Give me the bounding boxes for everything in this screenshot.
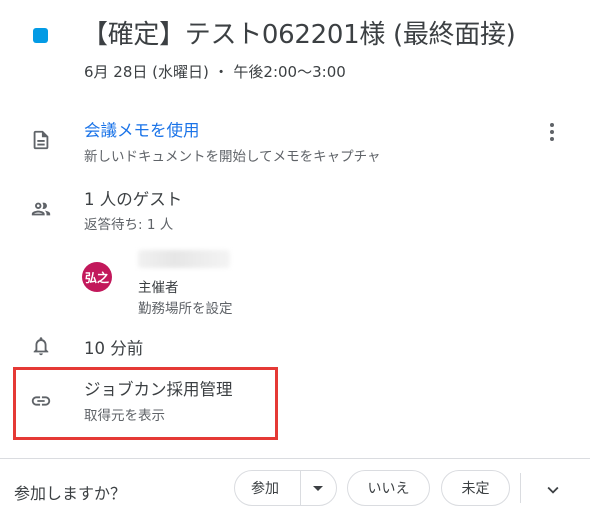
meeting-notes-description: 新しいドキュメントを開始してメモをキャプチャ <box>84 149 381 165</box>
bell-icon <box>29 334 53 358</box>
set-work-location-link[interactable]: 勤務場所を設定 <box>138 297 233 317</box>
more-options-icon[interactable] <box>540 118 564 146</box>
document-icon <box>29 128 53 152</box>
avatar[interactable]: 弘之 <box>82 262 112 292</box>
highlight-box <box>13 367 278 440</box>
guest-count: 1 人のゲスト <box>84 190 183 209</box>
guest-pending: 返答待ち: 1 人 <box>84 217 174 233</box>
organizer-role: 主催者 <box>138 280 179 296</box>
people-icon <box>29 197 53 221</box>
rsvp-yes-button[interactable]: 参加 <box>235 471 300 505</box>
organizer-name-blurred <box>138 250 230 268</box>
footer-divider <box>0 458 590 459</box>
rsvp-question: 参加しますか？ <box>14 484 127 503</box>
event-title: 【確定】テスト062201様 (最終面接) <box>82 20 516 50</box>
rsvp-no-button[interactable]: いいえ <box>347 470 430 506</box>
footer-separator <box>520 473 521 503</box>
chevron-down-icon <box>313 485 324 491</box>
rsvp-maybe-button[interactable]: 未定 <box>441 470 510 506</box>
event-color-indicator <box>33 28 48 43</box>
rsvp-yes-split-button: 参加 <box>234 470 337 506</box>
rsvp-options-dropdown[interactable] <box>301 471 336 505</box>
use-meeting-notes-link[interactable]: 会議メモを使用 <box>84 117 200 141</box>
reminder-time: 10 分前 <box>84 339 144 358</box>
event-datetime: 6月 28日 (水曜日) ・ 午後2:00～3:00 <box>84 63 346 81</box>
expand-icon[interactable] <box>541 478 565 502</box>
